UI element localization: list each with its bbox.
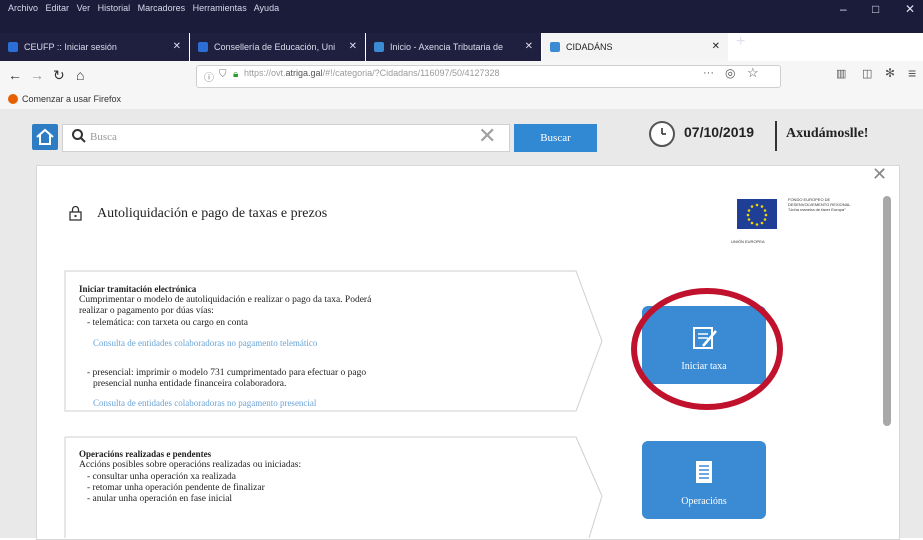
lock-icon: 🔒︎ xyxy=(233,69,239,80)
tracking-shield-icon[interactable]: ⛉ xyxy=(219,69,227,80)
section-operacions-bullet: - consultar unha operación xa realizada xyxy=(87,472,237,482)
tab-favicon-icon xyxy=(8,42,18,52)
minimize-button[interactable]: – xyxy=(840,2,847,16)
tab-consellaria[interactable]: Consellería de Educación, Uni ✕ xyxy=(190,33,365,61)
menu-archivo[interactable]: Archivo xyxy=(8,3,38,13)
section-iniciar-bullet: presencial nunha entidade financeira col… xyxy=(93,379,287,389)
new-tab-button[interactable]: + xyxy=(736,33,745,51)
tab-label: CIDADÁNS xyxy=(566,42,613,52)
maximize-button[interactable]: □ xyxy=(872,2,879,16)
operacions-button[interactable]: Operacións xyxy=(642,441,766,519)
tab-close-icon[interactable]: ✕ xyxy=(349,41,357,52)
tab-favicon-icon xyxy=(198,42,208,52)
house-icon xyxy=(36,128,54,145)
search-input[interactable] xyxy=(62,124,510,152)
home-button[interactable] xyxy=(32,124,58,150)
info-icon[interactable]: ⓘ xyxy=(204,69,214,84)
section-operacions-title: Operacións realizadas e pendentes xyxy=(79,449,212,459)
menu-herramientas[interactable]: Herramientas xyxy=(193,3,247,13)
back-icon[interactable]: ← xyxy=(8,67,22,83)
url-path: /#!/categoria/?Cidadans/116097/50/412732… xyxy=(322,68,500,78)
bookmark-getting-started[interactable]: Comenzar a usar Firefox xyxy=(22,94,121,104)
highlight-circle xyxy=(631,288,783,410)
menu-ver[interactable]: Ver xyxy=(77,3,91,13)
search-icon xyxy=(71,128,87,148)
tab-cidadans[interactable]: CIDADÁNS ✕ xyxy=(542,33,728,61)
menu-editar[interactable]: Editar xyxy=(46,3,70,13)
tab-label: Inicio - Axencia Tributaria de xyxy=(390,42,504,52)
bookmarks-bar xyxy=(0,91,923,109)
search-button[interactable]: Buscar xyxy=(514,124,597,152)
tab-close-icon[interactable]: ✕ xyxy=(173,41,181,52)
eu-fund-text: FONDO EUROPEO DE DESENVOLVEMENTO REXIONA… xyxy=(788,197,851,212)
menu-marcadores[interactable]: Marcadores xyxy=(138,3,186,13)
tab-label: CEUFP :: Iniciar sesión xyxy=(24,42,117,52)
tab-label: Consellería de Educación, Uni xyxy=(214,42,336,52)
scrollbar-thumb[interactable] xyxy=(883,196,891,426)
section-iniciar-text: Cumprimentar o modelo de autoliquidación… xyxy=(79,295,372,305)
hamburger-menu-icon[interactable]: ≡ xyxy=(908,65,916,81)
link-entidades-presencial[interactable]: Consulta de entidades colaboradoras no p… xyxy=(93,398,316,408)
padlock-icon xyxy=(69,205,82,221)
section-operacions-text: Accións posibles sobre operacións realiz… xyxy=(79,460,302,470)
reload-icon[interactable]: ↻ xyxy=(53,67,65,84)
extension-icon[interactable]: ✻ xyxy=(885,66,895,80)
close-panel-icon[interactable]: ✕ xyxy=(872,164,887,185)
home-icon[interactable]: ⌂ xyxy=(76,67,84,83)
tab-close-icon[interactable]: ✕ xyxy=(525,41,533,52)
section-operacions-bullet: - retomar unha operación pendente de fin… xyxy=(87,483,265,493)
forward-icon[interactable]: → xyxy=(30,67,44,83)
search-placeholder: Busca xyxy=(90,131,117,143)
section-iniciar-bullet: - telemática: con tarxeta ou cargo en co… xyxy=(87,318,248,328)
tab-ceufp[interactable]: CEUFP :: Iniciar sesión ✕ xyxy=(0,33,189,61)
divider xyxy=(775,121,777,151)
bookmark-star-icon[interactable]: ☆ xyxy=(747,65,759,81)
section-iniciar-title: Iniciar tramitación electrónica xyxy=(79,284,197,294)
menu-bar: Archivo Editar Ver Historial Marcadores … xyxy=(8,3,284,13)
eu-flag-icon xyxy=(737,199,777,229)
link-entidades-telematico[interactable]: Consulta de entidades colaboradoras no p… xyxy=(93,338,317,348)
tab-favicon-icon xyxy=(550,42,560,52)
sidebar-icon[interactable]: ◫ xyxy=(862,67,872,80)
clear-search-icon[interactable]: ✕ xyxy=(478,123,496,149)
section-iniciar-bullet: - presencial: imprimir o modelo 731 cump… xyxy=(87,368,367,378)
close-window-button[interactable]: ✕ xyxy=(905,2,915,16)
menu-ayuda[interactable]: Ayuda xyxy=(254,3,279,13)
url-text[interactable]: https://ovt.atriga.gal/#!/categoria/?Cid… xyxy=(244,68,500,78)
clock-icon xyxy=(649,121,675,147)
section-operacions-bullet: - anular unha operación en fase inicial xyxy=(87,494,233,504)
url-prefix: https://ovt. xyxy=(244,68,286,78)
section-iniciar-text: realizar o pagamento por dúas vías: xyxy=(79,306,214,316)
tab-atriga[interactable]: Inicio - Axencia Tributaria de ✕ xyxy=(366,33,541,61)
firefox-icon xyxy=(8,94,18,104)
pocket-icon[interactable]: ◎ xyxy=(725,66,735,80)
eu-label: UNIÓN EUROPEA xyxy=(731,239,765,244)
page-title: Autoliquidación e pago de taxas e prezos xyxy=(97,206,328,221)
library-icon[interactable]: ▥ xyxy=(836,67,846,80)
url-domain: atriga.gal xyxy=(285,68,323,78)
help-link[interactable]: Axudámoslle! xyxy=(786,126,868,142)
page-actions-icon[interactable]: ··· xyxy=(703,67,714,79)
current-date: 07/10/2019 xyxy=(684,124,755,140)
menu-historial[interactable]: Historial xyxy=(98,3,131,13)
tab-close-icon[interactable]: ✕ xyxy=(712,41,720,52)
operacions-label: Operacións xyxy=(681,496,727,507)
tab-favicon-icon xyxy=(374,42,384,52)
list-document-icon xyxy=(696,461,712,483)
